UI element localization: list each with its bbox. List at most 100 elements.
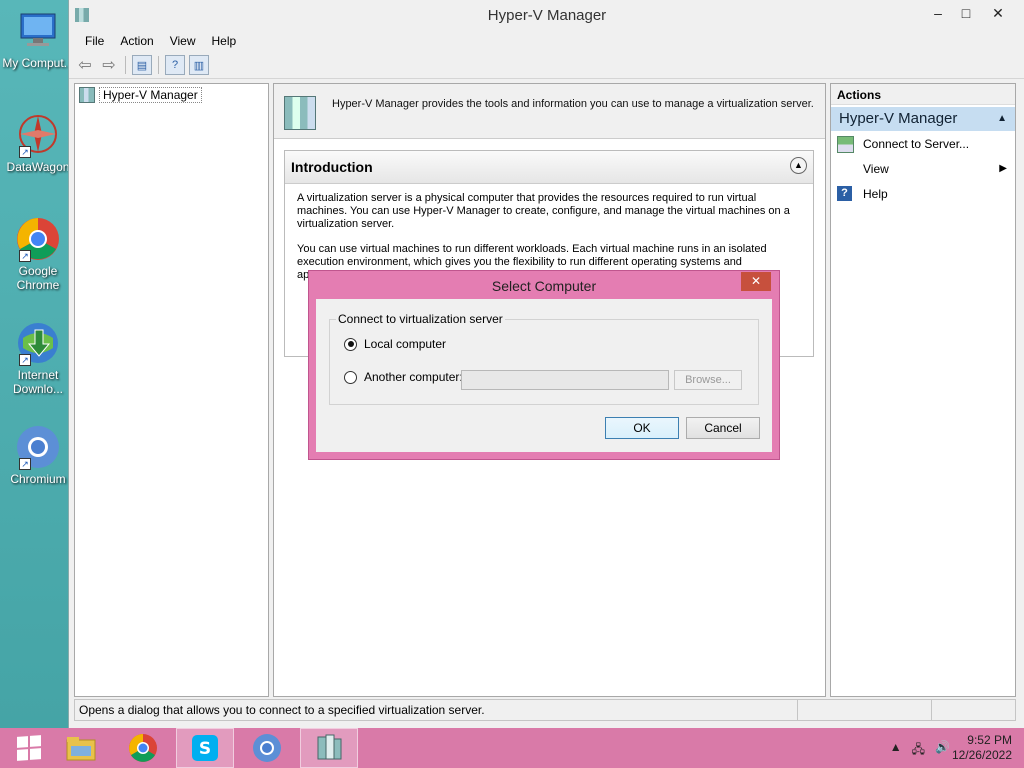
status-divider: [797, 700, 798, 720]
connect-group: Connect to virtualization server Local c…: [329, 312, 759, 405]
maximize-button[interactable]: □: [953, 4, 979, 22]
submenu-arrow-icon: ▶: [999, 163, 1007, 174]
taskbar-hyper-v-manager[interactable]: [300, 728, 358, 768]
show-hide-action-pane-icon[interactable]: ▥: [189, 55, 209, 75]
taskbar-file-explorer[interactable]: [52, 728, 110, 768]
ok-button[interactable]: OK: [605, 417, 679, 439]
radio-label: Local computer: [364, 337, 447, 351]
clock-time: 9:52 PM: [967, 733, 1012, 747]
toolbar-separator: [158, 56, 159, 74]
windows-logo-icon: [17, 735, 41, 761]
results-header: Hyper-V Manager provides the tools and i…: [274, 84, 825, 139]
hyper-v-server-icon: [284, 96, 316, 130]
network-icon[interactable]: 🖧: [912, 740, 925, 761]
actions-header: Actions: [831, 84, 1015, 105]
shortcut-arrow-icon: ↗: [19, 354, 31, 366]
introduction-paragraph: A virtualization server is a physical co…: [297, 192, 790, 230]
desktop-icon-internet-download-manager[interactable]: ↗ Internet Downlo...: [0, 320, 76, 396]
group-label: Connect to virtualization server: [336, 312, 505, 326]
menu-view[interactable]: View: [162, 34, 204, 48]
svg-text:S: S: [199, 739, 211, 759]
clock-date: 12/26/2022: [951, 748, 1012, 762]
dialog-title-bar[interactable]: Select Computer ✕: [309, 271, 779, 299]
radio-unselected-icon[interactable]: [344, 370, 357, 384]
console-tree: Hyper-V Manager: [74, 83, 269, 697]
select-computer-dialog: Select Computer ✕ Connect to virtualizat…: [308, 270, 780, 460]
help-icon: ?: [837, 186, 852, 201]
taskbar-skype[interactable]: S: [176, 728, 234, 768]
desktop-icon-label: Google Chrome: [16, 264, 60, 292]
hyper-v-manager-icon: [317, 734, 342, 760]
help-icon[interactable]: ?: [165, 55, 185, 75]
another-computer-radio[interactable]: Another computer:: [344, 370, 463, 384]
taskbar-chromium[interactable]: [238, 728, 296, 768]
chrome-icon: ↗: [15, 216, 61, 262]
introduction-header[interactable]: Introduction ▲: [285, 151, 813, 184]
action-connect-to-server[interactable]: Connect to Server...: [831, 131, 1015, 156]
another-computer-input[interactable]: [461, 370, 669, 390]
desktop-icon-google-chrome[interactable]: ↗ Google Chrome: [0, 216, 76, 292]
introduction-title: Introduction: [291, 159, 373, 175]
action-view[interactable]: View ▶: [831, 156, 1015, 181]
clock[interactable]: 9:52 PM 12/26/2022: [952, 733, 1012, 763]
chrome-icon: [129, 734, 157, 762]
show-hide-console-tree-icon[interactable]: ▤: [132, 55, 152, 75]
dialog-title: Select Computer: [491, 278, 597, 294]
tree-item-label: Hyper-V Manager: [99, 87, 202, 103]
desktop-icon-chromium[interactable]: ↗ Chromium: [0, 424, 76, 486]
action-label: Connect to Server...: [863, 136, 970, 151]
chromium-icon: [253, 734, 281, 762]
menu-bar: File Action View Help: [69, 30, 1024, 52]
toolbar: ⇦ ⇨ ▤ ? ▥: [69, 52, 1024, 79]
forward-arrow-icon[interactable]: ⇨: [99, 55, 119, 75]
window-title: Hyper-V Manager: [487, 7, 607, 24]
toolbar-separator: [125, 56, 126, 74]
dialog-body: Connect to virtualization server Local c…: [316, 299, 772, 452]
datawagon-icon: ↗: [15, 112, 61, 158]
desktop: My Comput... ↗ DataWagon ↗ Google Chrome…: [0, 0, 74, 728]
collapse-up-icon[interactable]: ▲: [790, 157, 807, 174]
status-text: Opens a dialog that allows you to connec…: [79, 703, 485, 717]
actions-pane: Actions Hyper-V Manager ▲ Connect to Ser…: [830, 83, 1016, 697]
hyper-v-manager-icon: [79, 87, 95, 103]
taskbar: S ▲ 🖧 🔊 9:52 PM 12/26/2022: [0, 728, 1024, 768]
menu-file[interactable]: File: [77, 34, 112, 48]
internet-download-manager-icon: ↗: [15, 320, 61, 366]
volume-icon[interactable]: 🔊: [935, 740, 950, 761]
system-tray: ▲ 🖧 🔊: [890, 740, 950, 761]
minimize-button[interactable]: –: [925, 4, 951, 22]
chromium-icon: ↗: [15, 424, 61, 470]
file-explorer-icon: [66, 737, 96, 761]
title-bar[interactable]: Hyper-V Manager – □ ✕: [69, 0, 1024, 30]
start-button[interactable]: [0, 728, 58, 768]
show-hidden-icons-icon[interactable]: ▲: [890, 740, 902, 761]
desktop-icon-datawagon[interactable]: ↗ DataWagon: [0, 112, 76, 174]
shortcut-arrow-icon: ↗: [19, 250, 31, 262]
cancel-button[interactable]: Cancel: [686, 417, 760, 439]
back-arrow-icon[interactable]: ⇦: [75, 55, 95, 75]
status-divider: [931, 700, 932, 720]
computer-icon: [15, 8, 61, 54]
radio-selected-icon[interactable]: [344, 337, 357, 351]
connect-server-icon: [837, 136, 854, 153]
desktop-icon-label: DataWagon: [6, 160, 70, 174]
collapse-up-icon[interactable]: ▲: [997, 107, 1007, 131]
close-button[interactable]: ✕: [985, 4, 1011, 22]
action-help[interactable]: ? Help: [831, 181, 1015, 206]
skype-icon: S: [192, 735, 218, 761]
menu-action[interactable]: Action: [112, 34, 161, 48]
dialog-close-button[interactable]: ✕: [741, 272, 771, 291]
shortcut-arrow-icon: ↗: [19, 458, 31, 470]
results-description: Hyper-V Manager provides the tools and i…: [332, 98, 814, 110]
taskbar-chrome[interactable]: [114, 728, 172, 768]
desktop-icon-label: Internet Downlo...: [12, 368, 64, 396]
desktop-icon-my-computer[interactable]: My Comput...: [0, 8, 76, 70]
tree-item-hyper-v-manager[interactable]: Hyper-V Manager: [79, 87, 202, 103]
action-label: Help: [863, 186, 888, 201]
actions-section-hyper-v-manager[interactable]: Hyper-V Manager ▲: [831, 107, 1015, 131]
browse-button[interactable]: Browse...: [674, 370, 742, 390]
desktop-icon-label: My Comput...: [2, 56, 74, 70]
menu-help[interactable]: Help: [204, 34, 245, 48]
local-computer-radio[interactable]: Local computer: [344, 337, 446, 351]
actions-section-label: Hyper-V Manager: [839, 110, 958, 127]
